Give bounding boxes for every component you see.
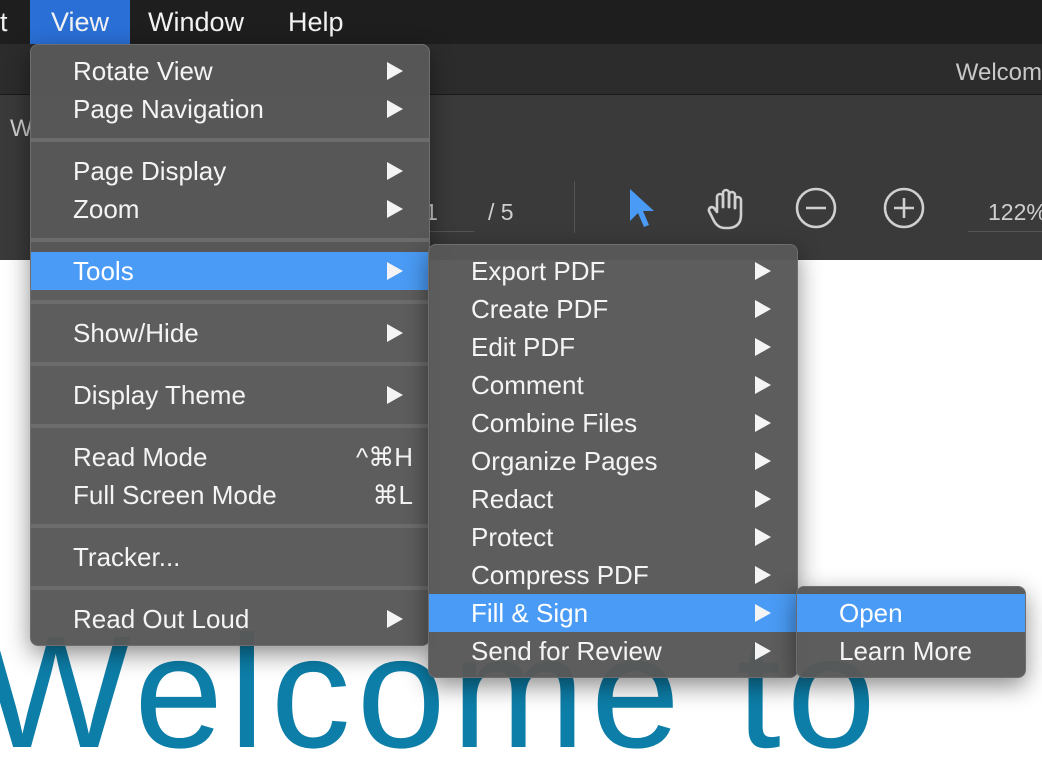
view-menu: Rotate View Page Navigation Page Display…: [30, 44, 430, 646]
menu-separator: [31, 524, 429, 528]
submenu-arrow-icon: [387, 324, 403, 342]
submenu-arrow-icon: [755, 262, 771, 280]
menu-item-label: Edit PDF: [471, 332, 576, 362]
menu-item-shortcut: ^⌘H: [356, 442, 413, 472]
menu-item-read-out-loud[interactable]: Read Out Loud: [31, 600, 429, 638]
submenu-arrow-icon: [755, 642, 771, 660]
menubar-item-label: View: [50, 7, 110, 37]
menubar-item-edit[interactable]: t: [0, 0, 20, 44]
menu-item-tools[interactable]: Tools: [31, 252, 429, 290]
menu-item-label: Comment: [471, 370, 584, 400]
submenu-arrow-icon: [387, 62, 403, 80]
menu-item-compress-pdf[interactable]: Compress PDF: [429, 556, 797, 594]
menu-item-learn-more[interactable]: Learn More: [797, 632, 1025, 670]
submenu-arrow-icon: [755, 338, 771, 356]
menubar-item-label: t: [0, 7, 8, 37]
submenu-arrow-icon: [755, 490, 771, 508]
menu-item-tracker[interactable]: Tracker...: [31, 538, 429, 576]
submenu-arrow-icon: [755, 414, 771, 432]
submenu-arrow-icon: [387, 200, 403, 218]
menu-bar: t View Window Help: [0, 0, 1042, 44]
menu-item-label: Compress PDF: [471, 560, 649, 590]
menu-item-label: Tools: [73, 256, 134, 286]
menu-item-label: Export PDF: [471, 256, 606, 286]
menu-item-zoom[interactable]: Zoom: [31, 190, 429, 228]
menu-separator: [31, 424, 429, 428]
menu-item-label: Tracker...: [73, 542, 181, 572]
submenu-arrow-icon: [387, 100, 403, 118]
window-title: Welcom: [955, 59, 1042, 86]
menu-item-label: Display Theme: [73, 380, 246, 410]
menu-item-label: Page Navigation: [73, 94, 264, 124]
menu-item-label: Zoom: [73, 194, 140, 224]
submenu-arrow-icon: [387, 386, 403, 404]
menu-item-redact[interactable]: Redact: [429, 480, 797, 518]
fill-and-sign-submenu: Open Learn More: [796, 586, 1026, 678]
menu-item-label: Fill & Sign: [471, 598, 589, 628]
menu-item-create-pdf[interactable]: Create PDF: [429, 290, 797, 328]
submenu-arrow-icon: [755, 528, 771, 546]
tools-submenu: Export PDF Create PDF Edit PDF Comment C…: [428, 244, 798, 678]
menu-item-organize-pages[interactable]: Organize Pages: [429, 442, 797, 480]
menu-item-label: Full Screen Mode: [73, 480, 277, 510]
submenu-arrow-icon: [755, 452, 771, 470]
menu-item-shortcut: ⌘L: [372, 480, 413, 510]
menu-item-label: Protect: [471, 522, 554, 552]
menubar-item-label: Window: [148, 7, 245, 37]
submenu-arrow-icon: [755, 300, 771, 318]
menu-separator: [31, 586, 429, 590]
menu-item-label: Show/Hide: [73, 318, 199, 348]
menubar-item-window[interactable]: Window: [148, 0, 244, 44]
menu-item-label: Create PDF: [471, 294, 609, 324]
menu-item-show-hide[interactable]: Show/Hide: [31, 314, 429, 352]
menubar-item-label: Help: [288, 7, 344, 37]
menubar-item-help[interactable]: Help: [288, 0, 344, 44]
menu-item-label: Rotate View: [73, 56, 213, 86]
menu-item-label: Read Out Loud: [73, 604, 250, 634]
menu-separator: [31, 238, 429, 242]
menu-item-fill-and-sign[interactable]: Fill & Sign: [429, 594, 797, 632]
menu-item-page-display[interactable]: Page Display: [31, 152, 429, 190]
menu-item-protect[interactable]: Protect: [429, 518, 797, 556]
menu-item-comment[interactable]: Comment: [429, 366, 797, 404]
menu-separator: [31, 300, 429, 304]
menu-item-label: Open: [839, 598, 903, 628]
submenu-arrow-icon: [387, 610, 403, 628]
submenu-arrow-icon: [755, 376, 771, 394]
menubar-item-view[interactable]: View: [30, 0, 130, 44]
zoom-field-underline: [968, 231, 1042, 232]
menu-item-send-for-review[interactable]: Send for Review: [429, 632, 797, 670]
select-pointer-icon[interactable]: [620, 185, 666, 231]
menu-item-label: Redact: [471, 484, 554, 514]
menu-separator: [31, 362, 429, 366]
menu-item-export-pdf[interactable]: Export PDF: [429, 252, 797, 290]
menu-item-edit-pdf[interactable]: Edit PDF: [429, 328, 797, 366]
submenu-arrow-icon: [387, 262, 403, 280]
menu-item-label: Learn More: [839, 636, 972, 666]
menu-separator: [31, 138, 429, 142]
zoom-level-value[interactable]: 122%: [988, 199, 1042, 226]
menu-item-full-screen-mode[interactable]: Full Screen Mode ⌘L: [31, 476, 429, 514]
menu-item-label: Read Mode: [73, 442, 208, 472]
menu-item-label: Combine Files: [471, 408, 638, 438]
zoom-in-icon[interactable]: [881, 185, 927, 231]
page-total: / 5: [488, 199, 514, 225]
submenu-arrow-icon: [387, 162, 403, 180]
menu-item-read-mode[interactable]: Read Mode ^⌘H: [31, 438, 429, 476]
menu-item-label: Organize Pages: [471, 446, 658, 476]
menu-item-page-navigation[interactable]: Page Navigation: [31, 90, 429, 128]
menu-item-open[interactable]: Open: [797, 594, 1025, 632]
menu-item-combine-files[interactable]: Combine Files: [429, 404, 797, 442]
submenu-arrow-icon: [755, 566, 771, 584]
toolbar-divider: [574, 181, 575, 233]
hand-tool-icon[interactable]: [704, 185, 750, 231]
menu-item-label: Page Display: [73, 156, 227, 186]
menu-item-label: Send for Review: [471, 636, 662, 666]
menu-item-display-theme[interactable]: Display Theme: [31, 376, 429, 414]
zoom-out-icon[interactable]: [793, 185, 839, 231]
menu-item-rotate-view[interactable]: Rotate View: [31, 52, 429, 90]
submenu-arrow-icon: [755, 604, 771, 622]
